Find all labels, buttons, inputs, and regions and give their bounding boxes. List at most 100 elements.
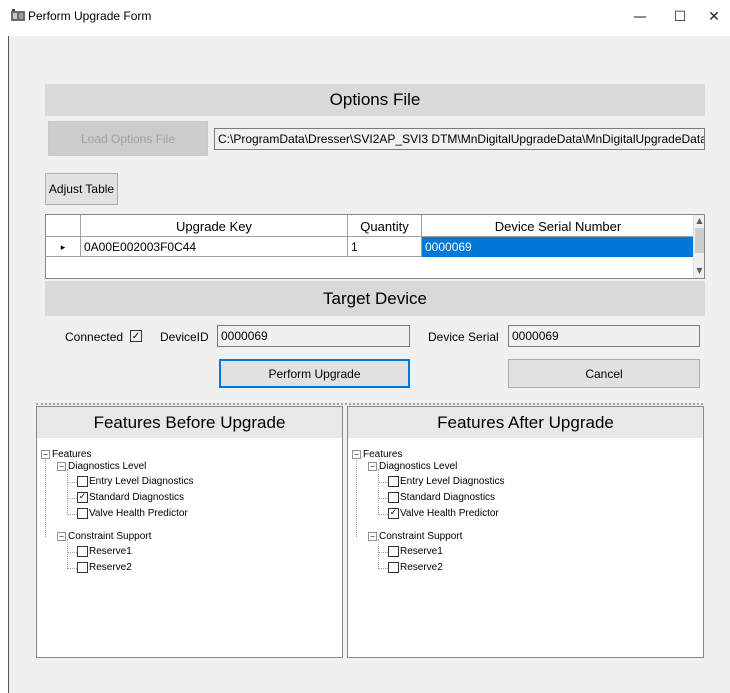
device-id-field[interactable]: 0000069 — [217, 325, 410, 347]
feature-checkbox[interactable] — [77, 476, 88, 487]
table-header: Upgrade Key Quantity Device Serial Numbe… — [46, 215, 696, 237]
feature-checkbox[interactable]: ✓ — [388, 508, 399, 519]
check-icon: ✓ — [78, 492, 87, 502]
cell-quantity[interactable]: 1 — [348, 237, 422, 257]
features-before-panel: Features Before Upgrade − Features − Dia… — [36, 406, 343, 658]
close-button[interactable]: ✕ — [694, 2, 730, 32]
options-file-path-field[interactable]: C:\ProgramData\Dresser\SVI2AP_SVI3 DTM\M… — [214, 128, 705, 150]
tree-node-valve-health[interactable]: Valve Health Predictor — [77, 508, 188, 519]
cell-upgrade-key[interactable]: 0A00E002003F0C44 — [81, 237, 348, 257]
tree-node-label: Diagnostics Level — [68, 461, 147, 472]
column-header-upgrade-key[interactable]: Upgrade Key — [81, 215, 348, 237]
feature-checkbox[interactable] — [388, 562, 399, 573]
tree-node-reserve2[interactable]: Reserve2 — [77, 562, 132, 573]
options-file-path-value: C:\ProgramData\Dresser\SVI2AP_SVI3 DTM\M… — [218, 132, 705, 146]
tree-node-label: Features — [52, 449, 92, 460]
column-header-label: Upgrade Key — [176, 218, 252, 234]
tree-node-label: Entry Level Diagnostics — [89, 476, 194, 487]
collapse-icon[interactable]: − — [352, 450, 361, 459]
adjust-table-label: Adjust Table — [48, 182, 115, 196]
feature-checkbox[interactable]: ✓ — [77, 492, 88, 503]
row-marker-icon: ▸ — [60, 241, 66, 252]
check-icon: ✓ — [131, 330, 141, 342]
cancel-button[interactable]: Cancel — [508, 359, 700, 388]
column-header-quantity[interactable]: Quantity — [348, 215, 422, 237]
row-header-corner — [46, 215, 81, 237]
tree-node-label: Valve Health Predictor — [89, 508, 188, 519]
collapse-icon[interactable]: − — [368, 462, 377, 471]
load-options-file-button[interactable]: Load Options File — [48, 121, 208, 156]
tree-node-label: Reserve1 — [400, 546, 443, 557]
check-icon: ✓ — [389, 508, 398, 518]
tree-node-constraint-support[interactable]: − Constraint Support — [57, 531, 151, 542]
feature-checkbox[interactable] — [77, 562, 88, 573]
feature-checkbox[interactable] — [388, 476, 399, 487]
tree-node-reserve1[interactable]: Reserve1 — [388, 546, 443, 557]
maximize-icon: ☐ — [673, 9, 687, 25]
features-after-panel: Features After Upgrade − Features − Diag… — [347, 406, 704, 658]
cell-value: 1 — [351, 240, 358, 254]
scroll-thumb[interactable] — [695, 228, 704, 253]
connected-label: Connected — [65, 330, 124, 344]
tree-node-label: Reserve1 — [89, 546, 132, 557]
tree-node-standard-diagnostics[interactable]: ✓ Standard Diagnostics — [77, 492, 184, 503]
options-file-title: Options File — [329, 90, 421, 109]
connected-checkbox[interactable]: ✓ — [130, 330, 142, 342]
tree-node-reserve1[interactable]: Reserve1 — [77, 546, 132, 557]
scroll-up-icon[interactable]: ▲ — [694, 215, 704, 227]
tree-node-diagnostics-level[interactable]: − Diagnostics Level — [368, 461, 457, 472]
splitter[interactable] — [36, 403, 703, 405]
collapse-icon[interactable]: − — [57, 532, 66, 541]
collapse-icon[interactable]: − — [41, 450, 50, 459]
tree-node-reserve2[interactable]: Reserve2 — [388, 562, 443, 573]
close-icon: ✕ — [708, 9, 720, 25]
scroll-down-icon[interactable]: ▼ — [694, 265, 704, 277]
target-device-header: Target Device — [45, 281, 705, 316]
perform-upgrade-button[interactable]: Perform Upgrade — [219, 359, 410, 388]
minimize-icon: — — [633, 9, 647, 25]
tree-node-features[interactable]: − Features — [352, 449, 402, 460]
tree-node-label: Constraint Support — [379, 531, 463, 542]
window-title: Perform Upgrade Form — [28, 9, 152, 23]
collapse-icon[interactable]: − — [57, 462, 66, 471]
tree-node-diagnostics-level[interactable]: − Diagnostics Level — [57, 461, 146, 472]
tree-node-entry-level[interactable]: Entry Level Diagnostics — [77, 476, 194, 487]
device-id-value: 0000069 — [221, 329, 268, 343]
tree-node-label: Reserve2 — [400, 562, 443, 573]
tree-node-constraint-support[interactable]: − Constraint Support — [368, 531, 462, 542]
tree-node-label: Constraint Support — [68, 531, 152, 542]
device-serial-field[interactable]: 0000069 — [508, 325, 700, 347]
features-before-tree[interactable]: − Features − Diagnostics Level Entry Lev… — [41, 447, 341, 647]
tree-node-label: Standard Diagnostics — [89, 492, 185, 503]
tree-node-entry-level[interactable]: Entry Level Diagnostics — [388, 476, 505, 487]
perform-upgrade-label: Perform Upgrade — [268, 366, 361, 381]
feature-checkbox[interactable] — [77, 546, 88, 557]
tree-node-label: Valve Health Predictor — [400, 508, 499, 519]
cell-device-serial[interactable]: 0000069 — [422, 237, 694, 257]
perform-upgrade-window: Perform Upgrade Form — ☐ ✕ Options File … — [0, 0, 730, 693]
cancel-label: Cancel — [585, 366, 623, 381]
table-row[interactable]: ▸ 0A00E002003F0C44 1 0000069 — [46, 237, 696, 257]
tree-node-features[interactable]: − Features — [41, 449, 91, 460]
tree-node-valve-health[interactable]: ✓ Valve Health Predictor — [388, 508, 499, 519]
device-serial-label: Device Serial — [428, 330, 499, 344]
features-after-tree[interactable]: − Features − Diagnostics Level Entry Lev… — [352, 447, 702, 647]
adjust-table-button[interactable]: Adjust Table — [45, 173, 118, 205]
minimize-button[interactable]: — — [620, 2, 660, 32]
device-id-label: DeviceID — [160, 330, 209, 344]
tree-node-label: Diagnostics Level — [379, 461, 458, 472]
tree-node-standard-diagnostics[interactable]: Standard Diagnostics — [388, 492, 495, 503]
cell-value: 0000069 — [425, 240, 472, 254]
column-header-label: Device Serial Number — [494, 218, 622, 234]
upgrade-key-table[interactable]: Upgrade Key Quantity Device Serial Numbe… — [45, 214, 705, 279]
feature-checkbox[interactable] — [388, 492, 399, 503]
row-selector-icon[interactable]: ▸ — [46, 237, 81, 257]
table-vertical-scrollbar[interactable]: ▲ ▼ — [693, 215, 704, 278]
feature-checkbox[interactable] — [388, 546, 399, 557]
cell-value: 0A00E002003F0C44 — [84, 240, 197, 254]
load-options-file-label: Load Options File — [80, 131, 176, 146]
feature-checkbox[interactable] — [77, 508, 88, 519]
collapse-icon[interactable]: − — [368, 532, 377, 541]
column-header-device-serial[interactable]: Device Serial Number — [422, 215, 694, 237]
title-bar: Perform Upgrade Form — ☐ ✕ — [0, 0, 730, 36]
